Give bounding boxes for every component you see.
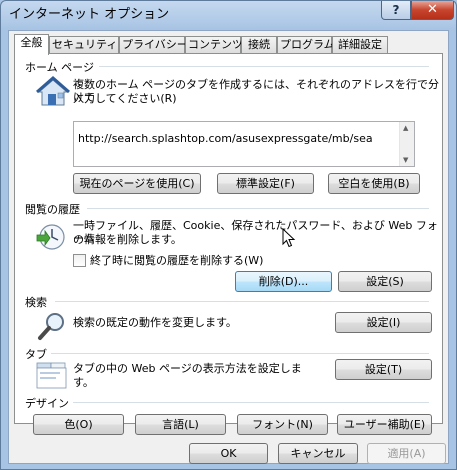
tab-security[interactable]: セキュリティ [49,36,119,54]
use-current-button[interactable]: 現在のページを使用(C) [73,173,201,194]
tab-privacy[interactable]: プライバシー [119,36,188,54]
history-clock-icon [36,224,65,250]
delete-on-exit-checkbox[interactable] [73,254,86,267]
accessibility-button[interactable]: ユーザー補助(E) [337,414,432,435]
close-button[interactable]: ✕ [411,1,454,20]
history-group-divider [87,208,429,209]
search-group-divider [55,301,429,302]
delete-history-button[interactable]: 削除(D)... [235,271,332,292]
magnifier-icon [38,313,64,340]
design-group-title: デザイン [25,395,73,411]
languages-button[interactable]: 言語(L) [135,414,226,435]
internet-options-window: インターネット オプション ? ✕ 全般 セキュリティ プライバシー コンテンツ… [0,0,457,470]
window-title: インターネット オプション [9,7,170,22]
tabs-settings-button[interactable]: 設定(T) [335,359,432,380]
search-description: 検索の既定の動作を変更します。 [73,316,237,329]
design-group-divider [71,402,429,403]
title-bar[interactable]: インターネット オプション ? ✕ [1,1,456,29]
apply-button[interactable]: 適用(A) [367,443,446,464]
home-page-group-title: ホーム ページ [25,59,98,75]
history-description-line-2: の情報を削除します。 [73,233,182,246]
dialog-client: 全般 セキュリティ プライバシー コンテンツ 接続 プログラム 詳細設定 ホーム… [8,30,449,464]
general-tab-panel: ホーム ページ 複数のホーム ページのタブを作成するには、それぞれのアドレスを行… [14,53,443,435]
url-scrollbar[interactable]: ▲ ▼ [399,122,414,166]
browsing-history-group-title: 閲覧の履歴 [25,201,84,217]
colors-button[interactable]: 色(O) [33,414,124,435]
home-page-description-line-2: 入力してください(R) [73,92,177,105]
help-button[interactable]: ? [381,1,411,20]
home-icon [36,76,70,106]
tab-programs[interactable]: プログラム [277,36,335,54]
tab-general[interactable]: 全般 [14,34,49,55]
mouse-cursor-icon [282,228,296,248]
tab-content[interactable]: コンテンツ [185,36,243,54]
home-page-url-input[interactable]: http://search.splashtop.com/asusexpressg… [73,121,415,167]
fonts-button[interactable]: フォント(N) [237,414,328,435]
tabs-group-divider [45,353,429,354]
tab-advanced[interactable]: 詳細設定 [332,36,388,54]
ok-button[interactable]: OK [189,443,268,464]
scroll-up-icon[interactable]: ▲ [403,124,408,132]
tabs-window-icon [36,362,67,389]
search-group-title: 検索 [25,294,51,310]
scroll-down-icon[interactable]: ▼ [403,156,408,164]
use-default-button[interactable]: 標準設定(F) [217,173,314,194]
tab-connections[interactable]: 接続 [241,36,277,54]
tabs-description-line-2: す。 [73,376,94,389]
history-settings-button[interactable]: 設定(S) [338,271,432,292]
tabs-description-line-1: タブの中の Web ページの表示方法を設定しま [73,362,302,375]
use-blank-button[interactable]: 空白を使用(B) [328,173,420,194]
search-settings-button[interactable]: 設定(I) [335,312,432,333]
delete-on-exit-label[interactable]: 終了時に閲覧の履歴を削除する(W) [90,254,263,267]
cancel-button[interactable]: キャンセル [278,443,358,464]
home-group-divider [99,66,429,67]
home-page-url-value: http://search.splashtop.com/asusexpressg… [78,132,373,145]
